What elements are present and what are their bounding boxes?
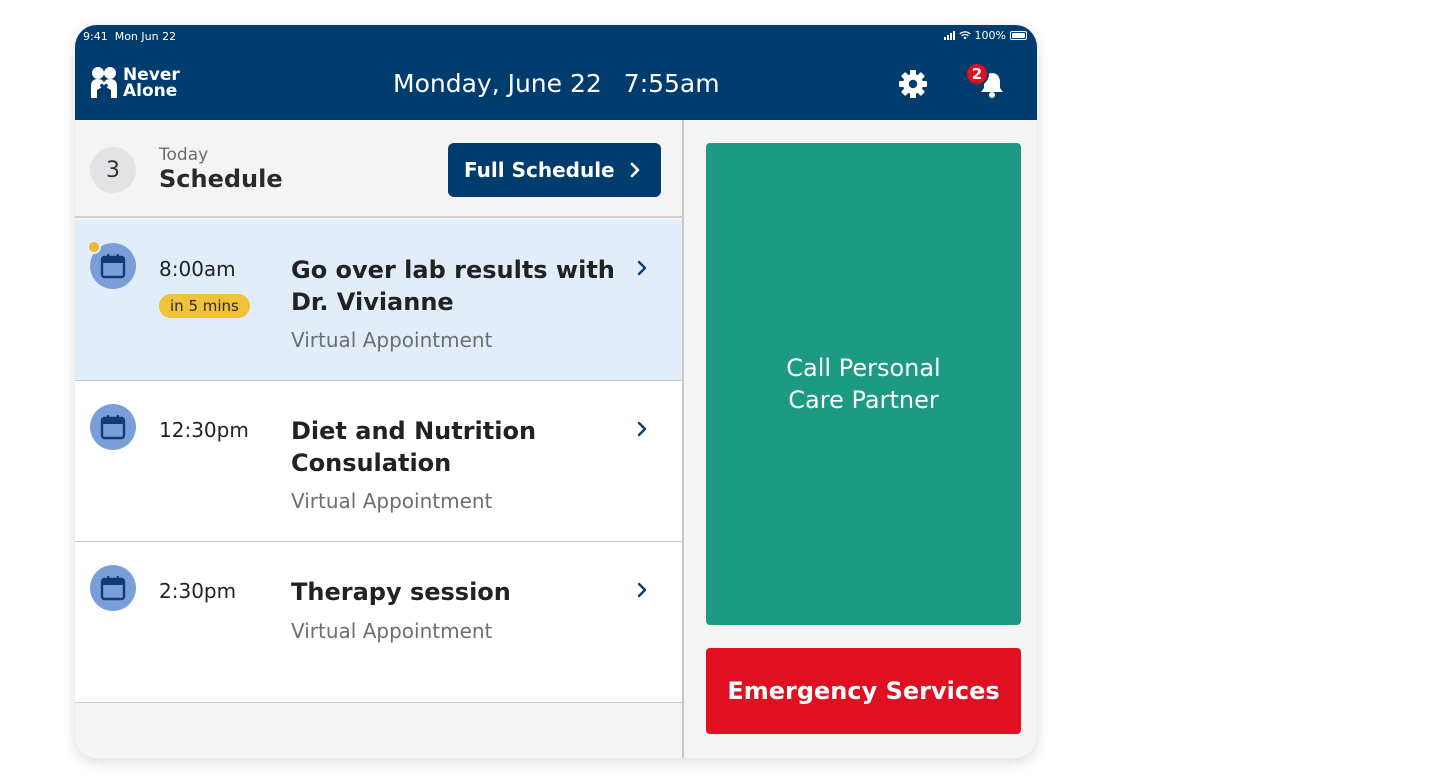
starts-soon-badge: in 5 mins — [159, 294, 250, 318]
appointment-type: Virtual Appointment — [291, 328, 493, 352]
cellular-signal-icon — [943, 31, 955, 40]
calendar-icon — [100, 576, 126, 601]
appointment-time: 12:30pm — [159, 418, 249, 442]
calendar-icon-circle — [90, 404, 136, 450]
logo-text: Never Alone — [123, 65, 180, 101]
schedule-title: Schedule — [159, 165, 283, 193]
appointment-row-lab-results[interactable]: 8:00am in 5 mins Go over lab results wit… — [75, 220, 682, 381]
appointment-title: Therapy session — [291, 578, 511, 606]
chevron-right-icon — [637, 421, 647, 437]
logo-icon — [91, 67, 117, 98]
settings-gear-icon[interactable] — [897, 68, 929, 100]
full-schedule-button[interactable]: Full Schedule — [448, 143, 661, 197]
appointment-row-diet-nutrition[interactable]: 12:30pm Diet and Nutrition Consulation V… — [75, 381, 682, 542]
schedule-header: 3 Today Schedule Full Schedule — [75, 120, 684, 218]
never-alone-logo: Never Alone — [89, 66, 180, 100]
tablet-screen: 9:41 Mon Jun 22 100% Never Alone Monday,… — [75, 25, 1037, 758]
current-datetime: Monday, June 22 7:55am — [393, 69, 720, 98]
battery-icon — [1010, 31, 1027, 40]
calendar-icon-circle — [90, 565, 136, 611]
appointment-time: 8:00am — [159, 257, 236, 281]
today-label: Today — [159, 145, 209, 165]
wifi-icon — [958, 31, 971, 40]
emergency-services-button[interactable]: Emergency Services — [706, 648, 1021, 734]
calendar-icon — [100, 254, 126, 279]
appointment-type: Virtual Appointment — [291, 619, 493, 643]
appointment-title: Diet and Nutrition Consulation — [291, 417, 537, 477]
chevron-right-icon — [637, 582, 647, 598]
battery-percent: 100% — [974, 29, 1006, 42]
appointment-time: 2:30pm — [159, 579, 237, 603]
schedule-count: 3 — [90, 147, 136, 193]
current-date: Monday, June 22 — [393, 69, 602, 98]
status-bar-time: 9:41 Mon Jun 22 — [83, 30, 177, 43]
upcoming-indicator-dot — [87, 240, 101, 254]
appointment-type: Virtual Appointment — [291, 489, 493, 513]
notification-count-badge: 2 — [965, 62, 989, 86]
app-header: 9:41 Mon Jun 22 100% Never Alone Monday,… — [75, 25, 1037, 120]
chevron-right-icon — [637, 260, 647, 276]
appointment-title: Go over lab results with Dr. Vivianne — [291, 256, 615, 316]
appointment-row-therapy[interactable]: 2:30pm Therapy session Virtual Appointme… — [75, 542, 682, 703]
status-bar-indicators: 100% — [943, 29, 1027, 42]
call-care-partner-button[interactable]: Call Personal Care Partner — [706, 143, 1021, 625]
current-time: 7:55am — [623, 69, 720, 98]
chevron-right-icon — [630, 162, 639, 178]
calendar-icon — [100, 415, 126, 440]
schedule-panel: 3 Today Schedule Full Schedule 8:00am in… — [75, 120, 684, 758]
